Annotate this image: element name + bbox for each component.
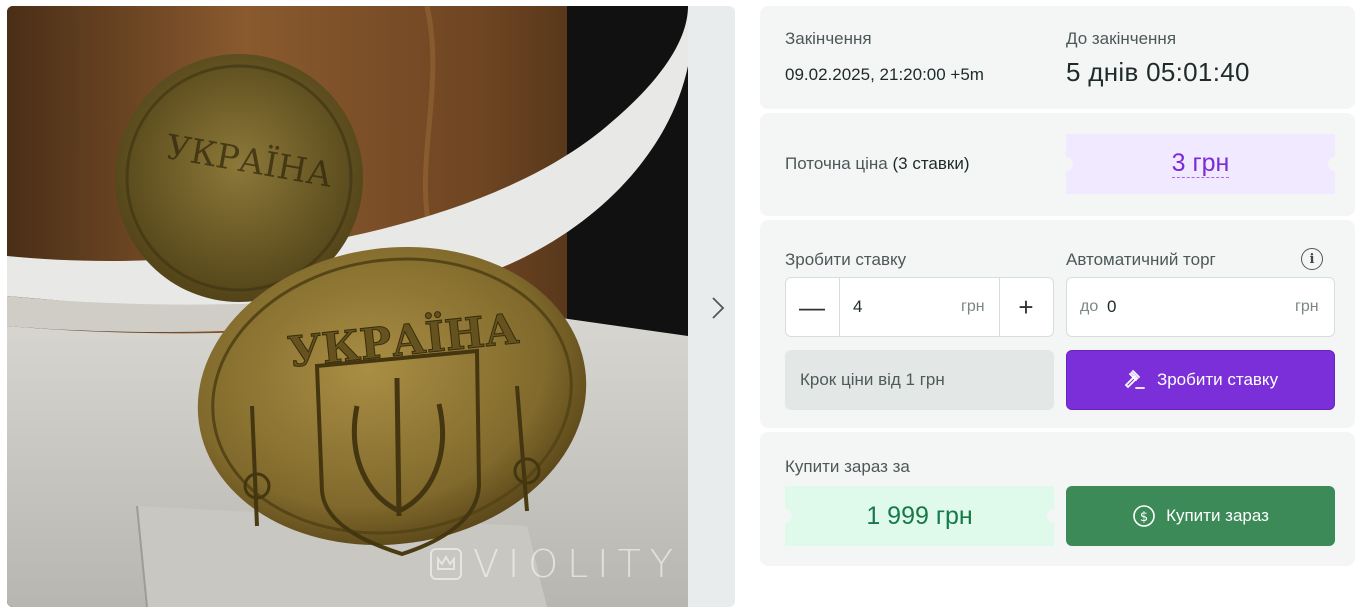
price-step-info: Крок ціни від 1 грн bbox=[785, 350, 1054, 410]
gavel-icon bbox=[1124, 370, 1145, 389]
current-price-label: Поточна ціна (3 ставки) bbox=[785, 154, 970, 173]
svg-text:$: $ bbox=[1140, 510, 1148, 525]
minus-icon: — bbox=[799, 291, 825, 322]
auto-bid-prefix: до bbox=[1080, 298, 1099, 315]
bid-label: Зробити ставку bbox=[785, 250, 907, 269]
bid-amount-input[interactable]: 4 bbox=[853, 297, 862, 317]
auction-timing-card: Закінчення 09.02.2025, 21:20:00 +5m До з… bbox=[760, 6, 1355, 109]
next-image-button[interactable] bbox=[707, 292, 729, 324]
auto-bid-input[interactable]: до 0 грн bbox=[1066, 277, 1335, 337]
bids-count[interactable]: (3 ставки) bbox=[893, 154, 970, 173]
price-step-text: Крок ціни від 1 грн bbox=[800, 370, 945, 389]
watermark-text: VIOLITY bbox=[473, 542, 682, 586]
decrease-bid-button[interactable]: — bbox=[786, 278, 838, 336]
current-price-card: Поточна ціна (3 ставки) 3 грн bbox=[760, 113, 1355, 216]
bid-card: Зробити ставку Автоматичний торг i — 4 г… bbox=[760, 220, 1355, 428]
end-datetime: 09.02.2025, 21:20:00 +5m bbox=[785, 65, 984, 84]
buy-now-card: Купити зараз за 1 999 грн $ Купити зараз bbox=[760, 432, 1355, 566]
buy-now-button[interactable]: $ Купити зараз bbox=[1066, 486, 1335, 546]
watermark: VIOLITY bbox=[429, 542, 682, 586]
current-price-value[interactable]: 3 грн bbox=[1171, 150, 1230, 178]
buy-now-price-box: 1 999 грн bbox=[778, 486, 1061, 546]
increase-bid-button[interactable]: + bbox=[1000, 278, 1052, 336]
dollar-coin-icon: $ bbox=[1133, 505, 1155, 527]
current-price-box: 3 грн bbox=[1059, 134, 1342, 194]
place-bid-button[interactable]: Зробити ставку bbox=[1066, 350, 1335, 410]
photo-gallery: УКРАЇНА УКРАЇНА VIOLITY bbox=[7, 6, 735, 607]
buy-now-button-label: Купити зараз bbox=[1166, 506, 1269, 525]
buy-now-price: 1 999 грн bbox=[866, 501, 973, 530]
violity-crown-icon bbox=[430, 548, 462, 580]
plus-icon: + bbox=[1018, 291, 1034, 322]
place-bid-label: Зробити ставку bbox=[1156, 370, 1279, 389]
auto-bid-currency: грн bbox=[1295, 298, 1319, 315]
chevron-right-icon bbox=[712, 297, 725, 319]
lot-photo[interactable]: УКРАЇНА УКРАЇНА bbox=[7, 6, 688, 607]
divider bbox=[839, 278, 840, 336]
auction-panel: Закінчення 09.02.2025, 21:20:00 +5m До з… bbox=[760, 6, 1355, 570]
auto-bid-label: Автоматичний торг bbox=[1066, 250, 1216, 269]
remaining-label: До закінчення bbox=[1066, 29, 1177, 48]
auto-bid-amount[interactable]: 0 bbox=[1107, 297, 1116, 317]
bid-currency: грн bbox=[961, 298, 985, 315]
remaining-time: 5 днів 05:01:40 bbox=[1066, 57, 1250, 87]
end-label: Закінчення bbox=[785, 29, 872, 48]
buy-now-label: Купити зараз за bbox=[785, 457, 910, 476]
bid-stepper: — 4 грн + bbox=[785, 277, 1054, 337]
info-icon[interactable]: i bbox=[1301, 248, 1323, 270]
